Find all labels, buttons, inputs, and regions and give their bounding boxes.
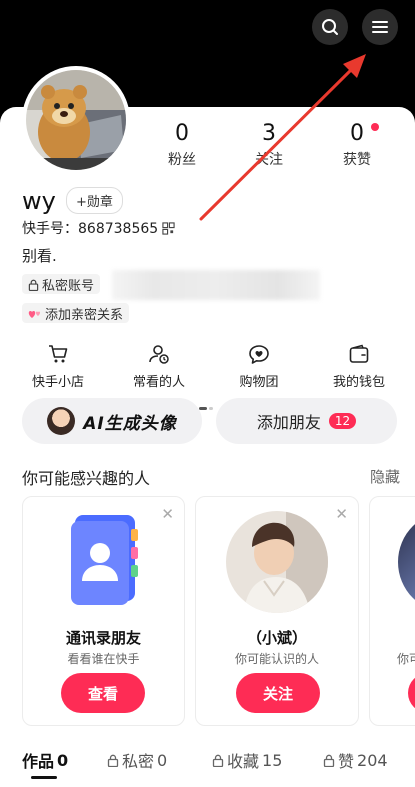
view-button[interactable]: 查看: [61, 673, 145, 713]
close-icon[interactable]: ✕: [335, 505, 348, 523]
recommended-person-avatar: [398, 511, 415, 613]
card-title: 通讯录朋友: [65, 629, 141, 647]
friend-count-badge: 12: [328, 413, 357, 429]
menu-icon: [372, 21, 388, 33]
tab-label: 收藏: [227, 752, 260, 771]
hearts-icon: [28, 310, 41, 318]
tab-works[interactable]: 作品 0: [22, 748, 68, 772]
tab-label: 赞: [338, 752, 355, 771]
hide-button[interactable]: 隐藏: [370, 466, 400, 487]
recommend-card-person[interactable]: ✕ （小斌） 你可能认识的人 关注: [195, 496, 359, 726]
bio-text: 别看.: [22, 247, 57, 265]
avatar[interactable]: [22, 66, 130, 174]
recommended-person-avatar: [226, 511, 328, 613]
search-icon: [322, 19, 338, 35]
shortcut-wallet[interactable]: 我的钱包: [309, 343, 409, 390]
content-tabs: 作品 0 私密 0 收藏 15 赞 204: [0, 748, 415, 778]
contacts-book-icon: [71, 515, 138, 605]
cart-icon: [49, 345, 68, 363]
card-subtitle: 你可能认识的人: [234, 652, 319, 666]
follow-button[interactable]: 关注: [236, 673, 320, 713]
tag-label: 私密账号: [42, 279, 95, 294]
shortcut-frequent[interactable]: 常看的人: [109, 343, 209, 390]
stat-label: 粉丝: [168, 152, 196, 168]
shortcut-row: 快手小店 常看的人 购物团 我的钱包: [0, 343, 415, 393]
section-title: 你可能感兴趣的人: [22, 469, 151, 488]
bear-avatar-image: [26, 70, 126, 170]
add-friend-button[interactable]: 添加朋友 12: [216, 398, 397, 444]
shortcut-label: 常看的人: [132, 375, 185, 390]
lock-icon: [212, 754, 224, 767]
user-id-text: 快手号：868738565: [22, 221, 159, 237]
stat-number: 0: [350, 121, 364, 146]
stat-likes[interactable]: 0 获赞: [317, 122, 397, 169]
ai-avatar-button[interactable]: AI生成头像: [22, 398, 202, 444]
stat-label: 关注: [255, 152, 283, 168]
medal-button[interactable]: +勋章: [66, 187, 123, 214]
person-clock-icon: [149, 345, 169, 364]
card-subtitle: 你可: [397, 652, 415, 666]
profile-name: wy: [22, 187, 56, 215]
stat-label: 获赞: [343, 152, 371, 168]
wallet-icon: [349, 344, 369, 363]
recommend-card-contacts[interactable]: ✕ 通讯录朋友 看看谁在快手 查看: [22, 496, 185, 726]
blurred-region: [112, 270, 320, 300]
tab-count: 204: [357, 750, 388, 770]
lock-icon: [28, 279, 39, 291]
tab-label: 私密: [122, 752, 155, 771]
tab-label: 作品: [22, 752, 55, 771]
stat-fans[interactable]: 0 粉丝: [142, 122, 222, 169]
shortcut-label: 我的钱包: [332, 375, 385, 390]
tag-label: 添加亲密关系: [45, 308, 124, 323]
search-button[interactable]: [312, 9, 348, 45]
user-id[interactable]: 快手号：868738565: [22, 218, 175, 238]
notification-dot: [371, 123, 379, 131]
tab-count: 0: [157, 750, 168, 770]
card-title: （小斌）: [246, 629, 307, 647]
ai-avatar-label: AI生成头像: [83, 413, 177, 434]
close-icon[interactable]: ✕: [161, 505, 174, 523]
tab-count: 0: [57, 750, 69, 770]
ai-face-icon: [47, 407, 76, 435]
tab-likes[interactable]: 赞 204: [323, 748, 388, 772]
tab-count: 15: [262, 750, 283, 770]
heart-chat-icon: [249, 345, 269, 364]
card-subtitle: 看看谁在快手: [67, 652, 140, 666]
stat-following[interactable]: 3 关注: [229, 122, 309, 169]
recommend-card-partial[interactable]: 你可: [369, 496, 415, 726]
stats-row: 0 粉丝 3 关注 0 获赞: [140, 122, 415, 172]
stat-number: 0: [175, 121, 189, 146]
shortcut-label: 购物团: [239, 375, 279, 390]
follow-button[interactable]: [408, 673, 415, 713]
lock-icon: [107, 754, 119, 767]
add-friend-label: 添加朋友: [256, 413, 321, 432]
add-close-relation-tag[interactable]: 添加亲密关系: [22, 303, 130, 323]
tab-private[interactable]: 私密 0: [107, 748, 167, 772]
lock-icon: [323, 754, 335, 767]
qr-code-icon[interactable]: [162, 221, 175, 235]
active-tab-underline: [31, 776, 57, 779]
shortcut-label: 快手小店: [31, 375, 84, 390]
shortcut-group-buy[interactable]: 购物团: [209, 343, 309, 390]
shortcut-shop[interactable]: 快手小店: [8, 343, 108, 390]
tab-favorites[interactable]: 收藏 15: [212, 748, 282, 772]
menu-button[interactable]: [362, 9, 398, 45]
private-account-tag[interactable]: 私密账号: [22, 274, 101, 294]
page-indicator: [199, 395, 217, 410]
stat-number: 3: [262, 121, 276, 146]
